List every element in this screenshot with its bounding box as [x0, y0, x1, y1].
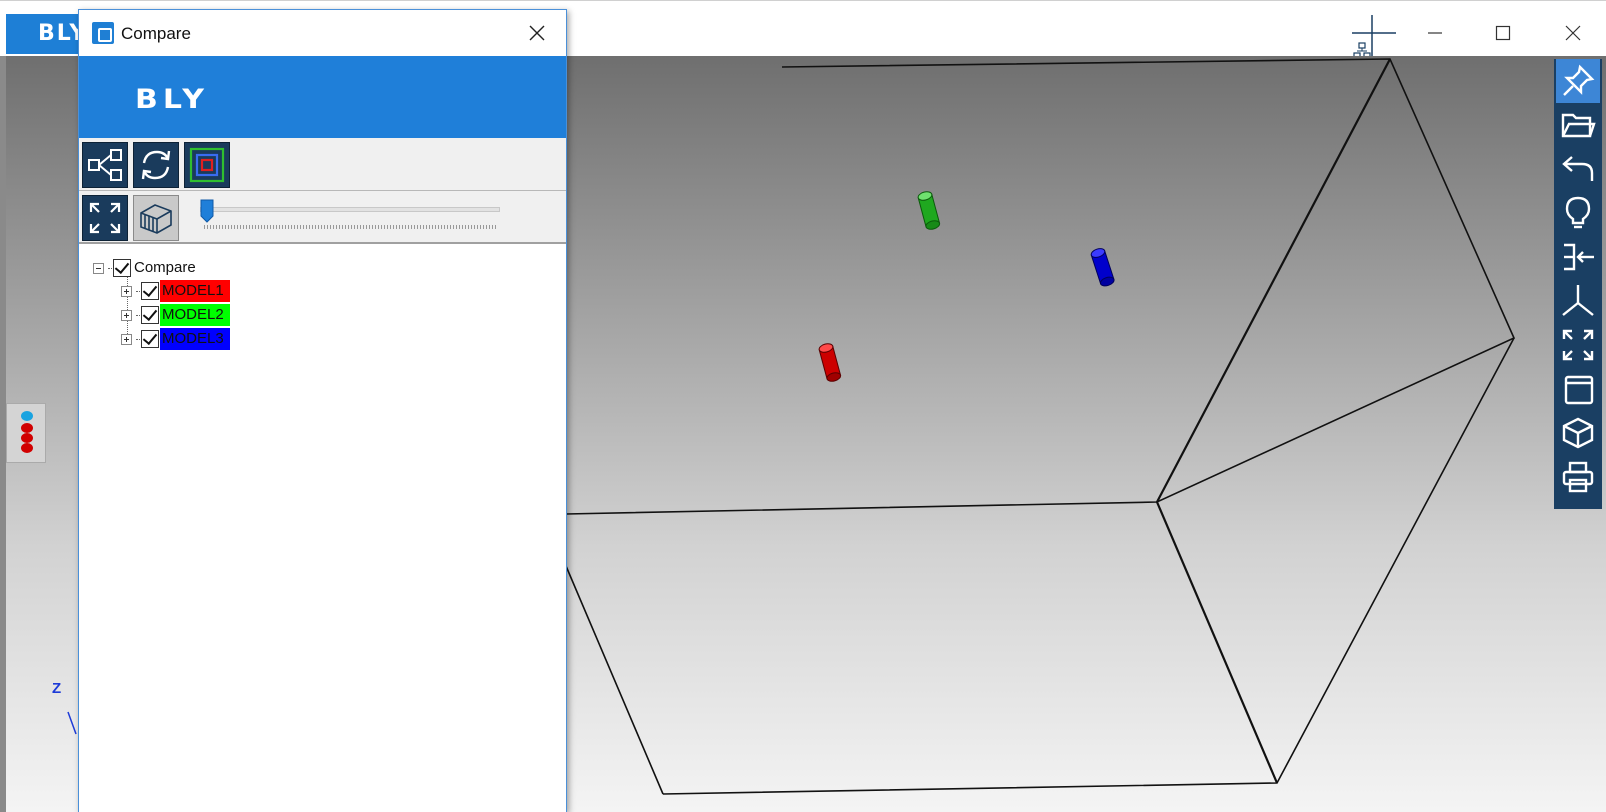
tree-checkbox[interactable]	[141, 330, 159, 348]
minimize-button[interactable]	[1412, 15, 1458, 51]
view-cube-button[interactable]	[1556, 411, 1600, 455]
maximize-button[interactable]	[1480, 15, 1526, 51]
print-icon	[1562, 461, 1594, 493]
expand-toggle[interactable]	[121, 333, 132, 345]
undo-button[interactable]	[1556, 147, 1600, 191]
layer-ball	[21, 443, 33, 453]
dialog-toolbar-secondary	[79, 191, 566, 244]
dialog-titlebar[interactable]: Compare	[79, 10, 566, 56]
layers-frame-button[interactable]	[184, 142, 230, 188]
tree-checkbox[interactable]	[141, 282, 159, 300]
fit-view-button[interactable]	[1556, 323, 1600, 367]
close-icon	[1565, 25, 1581, 41]
view-cube-icon	[1562, 417, 1594, 449]
refresh-button[interactable]	[133, 142, 179, 188]
right-toolbar	[1554, 59, 1602, 509]
collapse-toggle[interactable]	[93, 262, 104, 274]
layer-ball	[21, 433, 33, 443]
compare-dialog: Compare BLY Compare MODEL1 MODEL2 MODEL3	[78, 9, 567, 812]
fit-all-icon	[89, 202, 121, 234]
layers-frame-icon	[189, 147, 225, 183]
pin-icon	[1563, 64, 1595, 96]
lightbulb-icon	[1565, 196, 1591, 229]
refresh-icon	[141, 150, 171, 180]
axis-z-label: Z	[52, 680, 62, 697]
lightbulb-button[interactable]	[1556, 191, 1600, 235]
dialog-title: Compare	[121, 24, 191, 43]
tree-item-model3[interactable]: MODEL3	[121, 328, 230, 350]
tree-checkbox[interactable]	[113, 259, 131, 277]
undo-icon	[1562, 156, 1594, 181]
slider-track	[200, 207, 500, 212]
dialog-toolbar-primary	[79, 138, 566, 191]
window-button[interactable]	[1556, 367, 1600, 411]
fit-view-icon	[1562, 329, 1594, 361]
window-icon	[1564, 375, 1594, 405]
app-window-icon	[92, 22, 114, 44]
close-icon	[529, 25, 545, 41]
tree-root-compare[interactable]: Compare	[93, 257, 198, 279]
import-icon	[1564, 243, 1594, 271]
open-folder-icon	[1561, 113, 1596, 138]
model-tree: Compare MODEL1 MODEL2 MODEL3	[79, 244, 566, 812]
minimize-icon	[1428, 32, 1442, 34]
print-button[interactable]	[1556, 455, 1600, 499]
model2-cylinder[interactable]	[917, 190, 941, 230]
model1-cylinder[interactable]	[818, 342, 842, 382]
expand-toggle[interactable]	[121, 285, 132, 297]
model3-cylinder[interactable]	[1090, 247, 1115, 287]
dialog-banner: BLY	[79, 56, 566, 138]
open-folder-button[interactable]	[1556, 103, 1600, 147]
tree-item-label: MODEL3	[160, 328, 230, 350]
z-axis-line	[67, 711, 77, 735]
hierarchy-button[interactable]	[82, 142, 128, 188]
import-button[interactable]	[1556, 235, 1600, 279]
layer-ball	[21, 423, 33, 433]
banner-logo: BLY	[135, 83, 210, 116]
app-brand-logo: BLY	[6, 14, 86, 54]
box-top-face-edge	[565, 58, 1516, 515]
maximize-icon	[1495, 25, 1511, 41]
axes-button[interactable]	[1556, 279, 1600, 323]
layer-ball-top	[21, 411, 33, 421]
network-icon[interactable]	[1352, 11, 1400, 61]
layer-stack-widget[interactable]	[6, 403, 46, 463]
pin-button[interactable]	[1556, 59, 1600, 103]
tree-item-model1[interactable]: MODEL1	[121, 280, 230, 302]
tree-root-label: Compare	[134, 259, 196, 276]
transparency-slider[interactable]	[200, 199, 500, 235]
expand-toggle[interactable]	[121, 309, 132, 321]
hierarchy-icon	[88, 149, 122, 181]
dialog-close-button[interactable]	[519, 18, 555, 48]
axes-icon	[1562, 285, 1594, 316]
close-window-button[interactable]	[1550, 15, 1596, 51]
box-section-button[interactable]	[133, 195, 179, 241]
slider-thumb[interactable]	[200, 199, 214, 223]
tree-item-label: MODEL2	[160, 304, 230, 326]
tree-item-model2[interactable]: MODEL2	[121, 304, 230, 326]
tree-item-label: MODEL1	[160, 280, 230, 302]
tree-checkbox[interactable]	[141, 306, 159, 324]
box-section-icon	[140, 204, 172, 234]
slider-ticks	[204, 225, 496, 229]
fit-all-button[interactable]	[82, 195, 128, 241]
